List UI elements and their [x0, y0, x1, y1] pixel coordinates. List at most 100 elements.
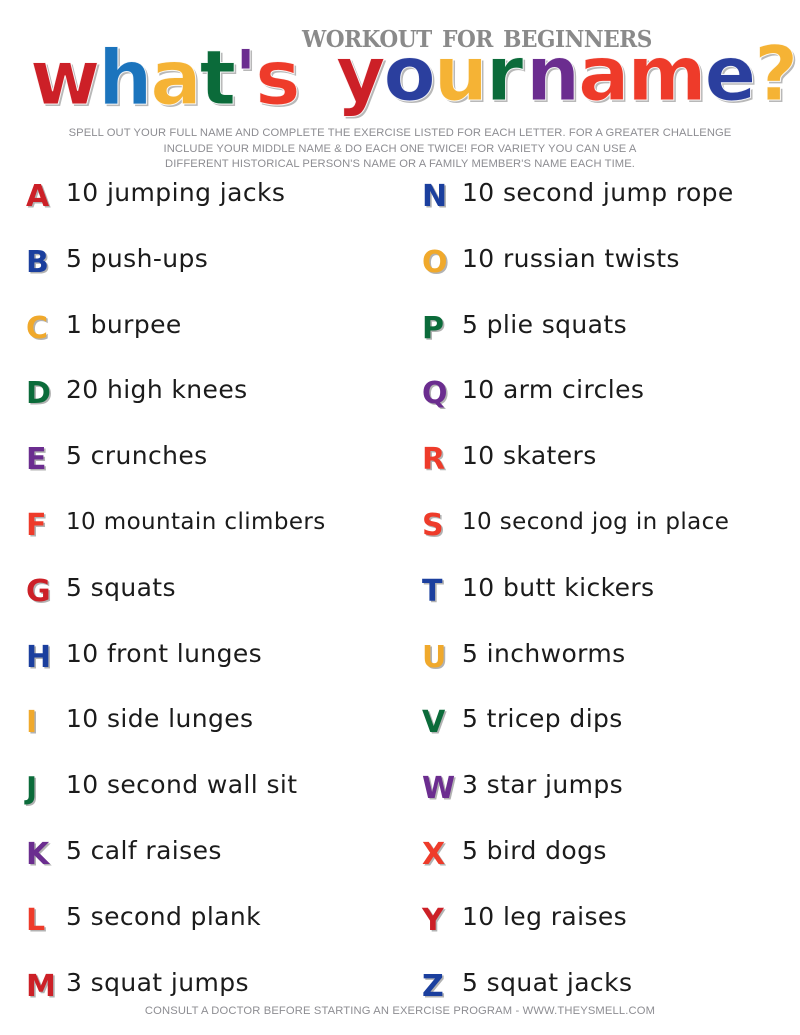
wordmark-whats-letter-3: t [199, 33, 236, 122]
exercise-row-b: B 5 push-ups [26, 242, 404, 308]
exercise-text-b: 5 push-ups [66, 243, 209, 273]
wordmark-name-letter-4: ? [754, 29, 799, 118]
exercise-text-m: 3 squat jumps [66, 967, 249, 997]
letter-badge-d: D [26, 376, 51, 412]
letter-badge-i: I [26, 705, 38, 741]
exercise-row-v: V 5 tricep dips [422, 702, 800, 768]
wordmark-whats-letter-1: h [98, 33, 153, 122]
letter-badge-u: U [422, 639, 447, 675]
exercise-row-p: P 5 plie squats [422, 308, 800, 374]
wordmark-your-letter-3: r [485, 29, 524, 118]
column-left: A 10 jumping jacks B 5 push-ups C 1 burpee D 20… [0, 176, 404, 1031]
letter-badge-l: L [26, 902, 46, 938]
letter-badge-k: K [26, 836, 50, 872]
exercise-text-c: 1 burpee [66, 309, 182, 339]
instructions-line-2: INCLUDE YOUR MIDDLE NAME & DO EACH ONE T… [163, 142, 637, 155]
letter-badge-r: R [422, 442, 446, 478]
wordmark-your-letter-1: o [383, 29, 436, 118]
letter-badge-z: Z [422, 968, 444, 1004]
exercise-row-x: X 5 bird dogs [422, 834, 800, 900]
wordmark-name-letter-1: a [578, 29, 630, 118]
exercise-text-q: 10 arm circles [462, 375, 645, 405]
letter-badge-x: X [422, 836, 446, 872]
letter-badge-t: T [422, 573, 443, 609]
letter-badge-v: V [422, 705, 446, 741]
wordmark-whats-letter-0: w [29, 33, 100, 122]
instructions-line-3: DIFFERENT HISTORICAL PERSON'S NAME OR A … [165, 158, 635, 170]
exercise-row-m: M 3 squat jumps [26, 966, 404, 1032]
exercise-row-c: C 1 burpee [26, 308, 404, 374]
exercise-row-h: H 10 front lunges [26, 637, 404, 703]
exercise-row-i: I 10 side lunges [26, 702, 404, 768]
exercise-row-t: T 10 butt kickers [422, 571, 800, 637]
exercise-row-w: W3 star jumps [422, 768, 800, 834]
exercise-text-j: 10 second wall sit [66, 770, 298, 800]
letter-badge-s: S [422, 507, 444, 543]
exercise-row-q: Q 10 arm circles [422, 373, 800, 439]
exercise-row-y: Y 10 leg raises [422, 900, 800, 966]
exercise-text-w: 3 star jumps [462, 770, 624, 800]
title-wordmark: what's your name? [18, 29, 798, 122]
exercise-text-f: 10 mountain climbers [66, 508, 326, 535]
header: Workout for Beginners what's your name? … [0, 0, 800, 170]
exercise-row-j: J 10 second wall sit [26, 768, 404, 834]
wordmark-your: your [336, 29, 524, 118]
exercise-row-n: N 10 second jump rope [422, 176, 800, 242]
exercise-lists: A 10 jumping jacks B 5 push-ups C 1 burpee D 20… [0, 176, 800, 1031]
letter-badge-e: E [26, 442, 47, 478]
exercise-text-y: 10 leg raises [462, 901, 628, 931]
column-right: N 10 second jump rope O 10 russian twists P 5… [404, 176, 800, 1031]
exercise-row-u: U 5 inchworms [422, 637, 800, 703]
letter-badge-q: Q [422, 376, 448, 412]
exercise-text-z: 5 squat jacks [462, 967, 633, 997]
exercise-text-n: 10 second jump rope [462, 178, 734, 207]
wordmark-your-letter-0: y [336, 29, 387, 118]
letter-badge-p: P [422, 310, 444, 346]
letter-badge-b: B [26, 244, 49, 280]
wordmark-name-letter-0: n [525, 29, 580, 118]
exercise-row-o: O 10 russian twists [422, 242, 800, 308]
exercise-text-h: 10 front lunges [66, 638, 263, 668]
wordmark-name-letter-2: m [627, 29, 707, 118]
exercise-text-k: 5 calf raises [66, 835, 222, 865]
wordmark-whats-letter-5: s [255, 33, 301, 122]
exercise-text-d: 20 high knees [66, 375, 248, 405]
exercise-row-d: D 20 high knees [26, 373, 404, 439]
exercise-text-o: 10 russian twists [462, 243, 680, 273]
letter-badge-h: H [26, 639, 52, 675]
exercise-text-v: 5 tricep dips [462, 704, 623, 734]
letter-badge-j: J [26, 771, 38, 807]
wordmark-name-letter-3: e [704, 29, 757, 118]
instructions-paragraph: SPELL OUT YOUR FULL NAME AND COMPLETE TH… [0, 126, 800, 173]
wordmark-your-letter-2: u [433, 29, 488, 118]
letter-badge-g: G [26, 573, 51, 609]
footer-disclaimer: CONSULT A DOCTOR BEFORE STARTING AN EXER… [144, 1005, 656, 1017]
exercise-text-p: 5 plie squats [462, 309, 628, 339]
wordmark-whats-letter-4: ' [233, 33, 257, 122]
letter-badge-o: O [422, 244, 448, 280]
exercise-text-l: 5 second plank [66, 901, 262, 931]
letter-badge-n: N [422, 179, 448, 214]
exercise-row-k: K 5 calf raises [26, 834, 404, 900]
letter-badge-y: Y [422, 902, 444, 938]
letter-badge-c: C [26, 310, 49, 346]
wordmark-whats-letter-2: a [150, 33, 202, 122]
letter-badge-w: W [422, 771, 456, 807]
letter-badge-m: M [26, 968, 56, 1004]
wordmark-name: name? [525, 29, 799, 118]
exercise-row-g: G 5 squats [26, 571, 404, 637]
exercise-text-g: 5 squats [66, 572, 176, 602]
exercise-row-r: R 10 skaters [422, 439, 800, 505]
instructions-line-1: SPELL OUT YOUR FULL NAME AND COMPLETE TH… [68, 127, 732, 139]
exercise-text-s: 10 second jog in place [462, 508, 730, 535]
exercise-text-t: 10 butt kickers [462, 572, 655, 602]
letter-badge-a: A [26, 179, 50, 214]
exercise-row-s: S 10 second jog in place [422, 505, 800, 571]
exercise-text-a: 10 jumping jacks [66, 178, 286, 207]
exercise-row-l: L 5 second plank [26, 900, 404, 966]
exercise-text-e: 5 crunches [66, 441, 208, 471]
exercise-row-f: F 10 mountain climbers [26, 505, 404, 571]
exercise-row-e: E 5 crunches [26, 439, 404, 505]
wordmark-whats: what's [29, 33, 301, 122]
exercise-text-r: 10 skaters [462, 441, 597, 471]
